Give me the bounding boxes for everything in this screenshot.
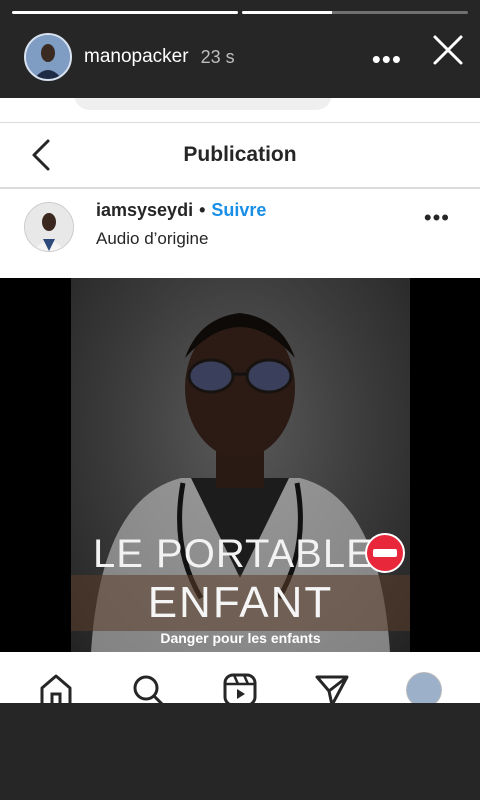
- poster-image: LE PORTABLE ENFANT Danger pour les enfan…: [71, 278, 410, 652]
- progress-segment-2: [242, 11, 468, 14]
- follow-button[interactable]: Suivre: [211, 200, 266, 220]
- poster-subline: Danger pour les enfants: [160, 630, 321, 646]
- close-icon[interactable]: [432, 34, 464, 66]
- profile-avatar[interactable]: [406, 672, 442, 703]
- story-timestamp: 23 s: [200, 46, 235, 67]
- post-header: iamsyseydi • Suivre Audio d’origine •••: [0, 189, 480, 278]
- post-username-row: iamsyseydi • Suivre: [96, 200, 266, 221]
- audio-label[interactable]: Audio d’origine: [96, 229, 208, 249]
- search-pill: [74, 98, 332, 110]
- reels-icon[interactable]: [222, 672, 258, 703]
- search-icon[interactable]: [130, 672, 166, 703]
- post-author-username[interactable]: iamsyseydi: [96, 200, 193, 220]
- more-options-icon[interactable]: •••: [372, 44, 402, 75]
- publication-header: Publication: [0, 123, 480, 187]
- page-title: Publication: [183, 143, 297, 166]
- progress-segment-1: [12, 11, 238, 14]
- poster-headline-line2: ENFANT: [147, 578, 334, 627]
- post-author-avatar[interactable]: [24, 202, 74, 252]
- no-entry-icon: [365, 533, 405, 573]
- send-icon[interactable]: [314, 672, 350, 703]
- shared-post-screenshot: Publication iamsyseydi • Suivre Audio d’or…: [0, 98, 480, 703]
- post-media[interactable]: LE PORTABLE ENFANT Danger pour les enfan…: [0, 278, 480, 652]
- story-avatar[interactable]: [24, 33, 72, 81]
- story-header: manopacker 23 s •••: [24, 32, 464, 82]
- poster-headline-line1: LE PORTABLE: [93, 532, 374, 576]
- story-username[interactable]: manopacker: [84, 46, 189, 68]
- story-progress: [12, 11, 468, 14]
- home-icon[interactable]: [38, 672, 74, 703]
- post-more-icon[interactable]: •••: [424, 205, 450, 231]
- separator-dot: •: [199, 200, 206, 220]
- bottom-navigation: [0, 652, 480, 703]
